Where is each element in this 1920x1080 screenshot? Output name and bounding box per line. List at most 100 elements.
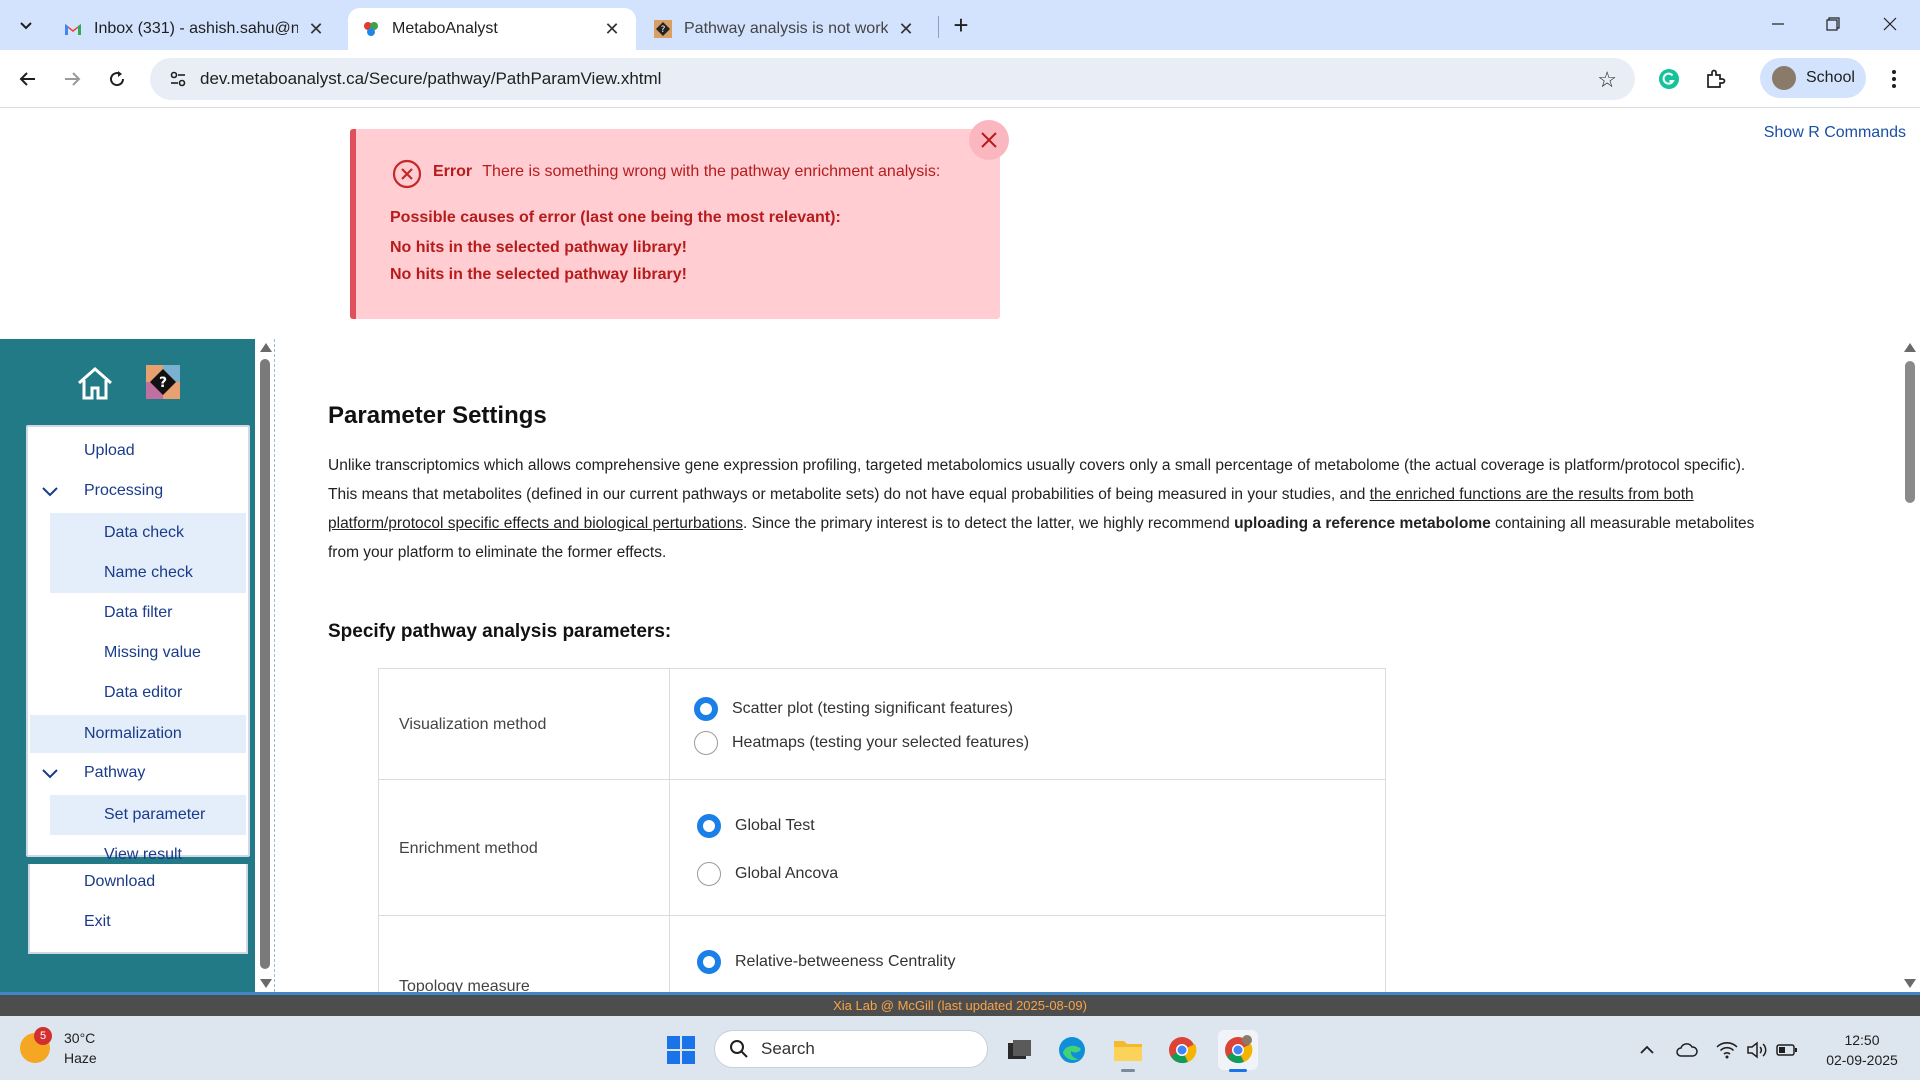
radio-relative-betweeness[interactable]: Relative-betweeness Centrality — [697, 950, 956, 974]
radio-selected-icon[interactable] — [697, 814, 721, 838]
onedrive-icon[interactable] — [1675, 1038, 1699, 1062]
volume-icon[interactable] — [1745, 1038, 1769, 1062]
scrollbar-thumb[interactable] — [1905, 361, 1915, 503]
error-heading: Error There is something wrong with the … — [433, 161, 953, 183]
task-view-icon — [1008, 1040, 1031, 1059]
battery-icon[interactable] — [1775, 1038, 1799, 1062]
running-indicator — [1121, 1069, 1135, 1072]
close-icon[interactable]: ✕ — [306, 19, 326, 39]
windows-start-icon[interactable] — [666, 1035, 696, 1065]
close-icon[interactable]: ✕ — [896, 19, 916, 39]
restore-button[interactable] — [1811, 8, 1855, 40]
task-view-button[interactable] — [1000, 1030, 1040, 1070]
scroll-down-icon[interactable] — [1904, 979, 1916, 988]
sidebar-item-data-editor[interactable]: Data editor — [50, 673, 246, 713]
scroll-up-icon[interactable] — [1904, 343, 1916, 352]
site-info-icon[interactable] — [160, 70, 196, 88]
search-icon — [730, 1040, 748, 1058]
minimize-button[interactable] — [1756, 8, 1800, 40]
weather-condition: Haze — [64, 1050, 97, 1066]
tab-forum[interactable]: ? Pathway analysis is not working ✕ — [640, 8, 930, 50]
taskbar-edge[interactable] — [1052, 1030, 1092, 1070]
clock-date: 02-09-2025 — [1826, 1052, 1898, 1068]
chevron-down-icon — [42, 769, 58, 779]
forward-button[interactable] — [56, 63, 88, 95]
show-r-commands-link[interactable]: Show R Commands — [1764, 124, 1906, 142]
taskbar-chrome[interactable] — [1162, 1030, 1202, 1070]
grammarly-icon[interactable] — [1653, 63, 1685, 95]
scroll-down-icon[interactable] — [260, 979, 272, 988]
tab-search-button[interactable] — [10, 10, 42, 40]
tab-gmail[interactable]: Inbox (331) - ashish.sahu@nipe ✕ — [50, 8, 340, 50]
reload-icon — [110, 71, 125, 87]
sidebar-item-label: Set parameter — [104, 806, 206, 823]
sidebar-item-processing[interactable]: Processing — [30, 473, 246, 509]
scrollbar-thumb[interactable] — [260, 359, 270, 969]
bookmark-star-icon[interactable]: ☆ — [1597, 67, 1617, 93]
browser-toolbar: dev.metaboanalyst.ca/Secure/pathway/Path… — [0, 50, 1920, 108]
radio-unselected-icon[interactable] — [694, 731, 718, 755]
sidebar-item-set-parameter[interactable]: Set parameter — [50, 795, 246, 835]
taskbar-search[interactable]: Search — [714, 1030, 988, 1068]
new-tab-button[interactable]: + — [945, 10, 977, 40]
sidebar-item-missing-value[interactable]: Missing value — [50, 633, 246, 673]
scroll-up-icon[interactable] — [260, 343, 272, 352]
sidebar-item-data-filter[interactable]: Data filter — [50, 593, 246, 633]
sidebar-item-name-check[interactable]: Name check — [50, 553, 246, 593]
help-icon[interactable]: ? — [146, 365, 180, 399]
sidebar-item-label: Processing — [84, 482, 164, 499]
error-cause: No hits in the selected pathway library! — [390, 239, 687, 256]
weather-widget[interactable]: 5 30°C Haze — [20, 1027, 97, 1068]
radio-selected-icon[interactable] — [697, 950, 721, 974]
radio-unselected-icon[interactable] — [697, 862, 721, 886]
page-scrollbar[interactable] — [1900, 339, 1920, 992]
radio-scatter-plot[interactable]: Scatter plot (testing significant featur… — [694, 697, 1013, 721]
radio-selected-icon[interactable] — [694, 697, 718, 721]
sidebar-item-download[interactable]: Download — [30, 864, 246, 900]
sidebar-edge-left — [0, 864, 28, 954]
param-row-enrichment: Enrichment method Global Test Global Anc… — [379, 780, 1385, 916]
sidebar-item-label: View result — [104, 846, 182, 863]
sidebar-scrollbar[interactable] — [258, 339, 274, 992]
tray-chevron-up-icon[interactable] — [1635, 1038, 1659, 1062]
close-icon[interactable]: ✕ — [602, 19, 622, 39]
tab-title: Inbox (331) - ashish.sahu@nipe — [94, 20, 298, 37]
radio-global-test[interactable]: Global Test — [697, 814, 815, 838]
sidebar-bottom — [0, 954, 255, 992]
chevron-down-icon — [42, 487, 58, 497]
sidebar-item-label: Exit — [84, 913, 111, 930]
radio-label: Heatmaps (testing your selected features… — [732, 734, 1030, 751]
sidebar-item-upload[interactable]: Upload — [30, 433, 246, 469]
reload-button[interactable] — [101, 63, 133, 95]
radio-heatmaps[interactable]: Heatmaps (testing your selected features… — [694, 731, 1029, 755]
window-close-button[interactable] — [1868, 8, 1912, 40]
address-bar[interactable]: dev.metaboanalyst.ca/Secure/pathway/Path… — [150, 58, 1635, 100]
more-vertical-icon — [1892, 70, 1896, 88]
sidebar-item-label: Download — [84, 873, 156, 890]
tab-divider — [938, 16, 939, 38]
home-icon[interactable] — [76, 365, 114, 401]
taskbar-file-explorer[interactable] — [1108, 1030, 1148, 1072]
chrome-icon — [1169, 1037, 1197, 1064]
param-row-topology: Topology measure Relative-betweeness Cen… — [379, 916, 1385, 992]
edge-icon — [1059, 1037, 1085, 1063]
sidebar-item-data-check[interactable]: Data check — [50, 513, 246, 553]
sidebar-item-normalization[interactable]: Normalization — [30, 715, 246, 753]
taskbar-chrome-profile[interactable] — [1218, 1030, 1258, 1072]
sidebar-item-exit[interactable]: Exit — [30, 904, 246, 940]
sidebar-item-pathway[interactable]: Pathway — [30, 755, 246, 791]
sidebar-edge-right — [248, 864, 255, 954]
page-footer: Xia Lab @ McGill (last updated 2025-08-0… — [0, 992, 1920, 1016]
metaboanalyst-icon — [362, 20, 380, 38]
wifi-icon[interactable] — [1715, 1038, 1739, 1062]
tab-metaboanalyst[interactable]: MetaboAnalyst ✕ — [348, 8, 636, 50]
taskbar-clock[interactable]: 12:50 02-09-2025 — [1812, 1030, 1912, 1070]
radio-global-ancova[interactable]: Global Ancova — [697, 862, 838, 886]
running-indicator — [1229, 1069, 1247, 1072]
error-close-button[interactable] — [969, 120, 1009, 160]
browser-menu-button[interactable] — [1878, 63, 1910, 95]
extensions-icon[interactable] — [1699, 63, 1731, 95]
profile-button[interactable]: School — [1760, 58, 1866, 98]
close-icon — [1883, 17, 1897, 31]
back-button[interactable] — [12, 63, 44, 95]
